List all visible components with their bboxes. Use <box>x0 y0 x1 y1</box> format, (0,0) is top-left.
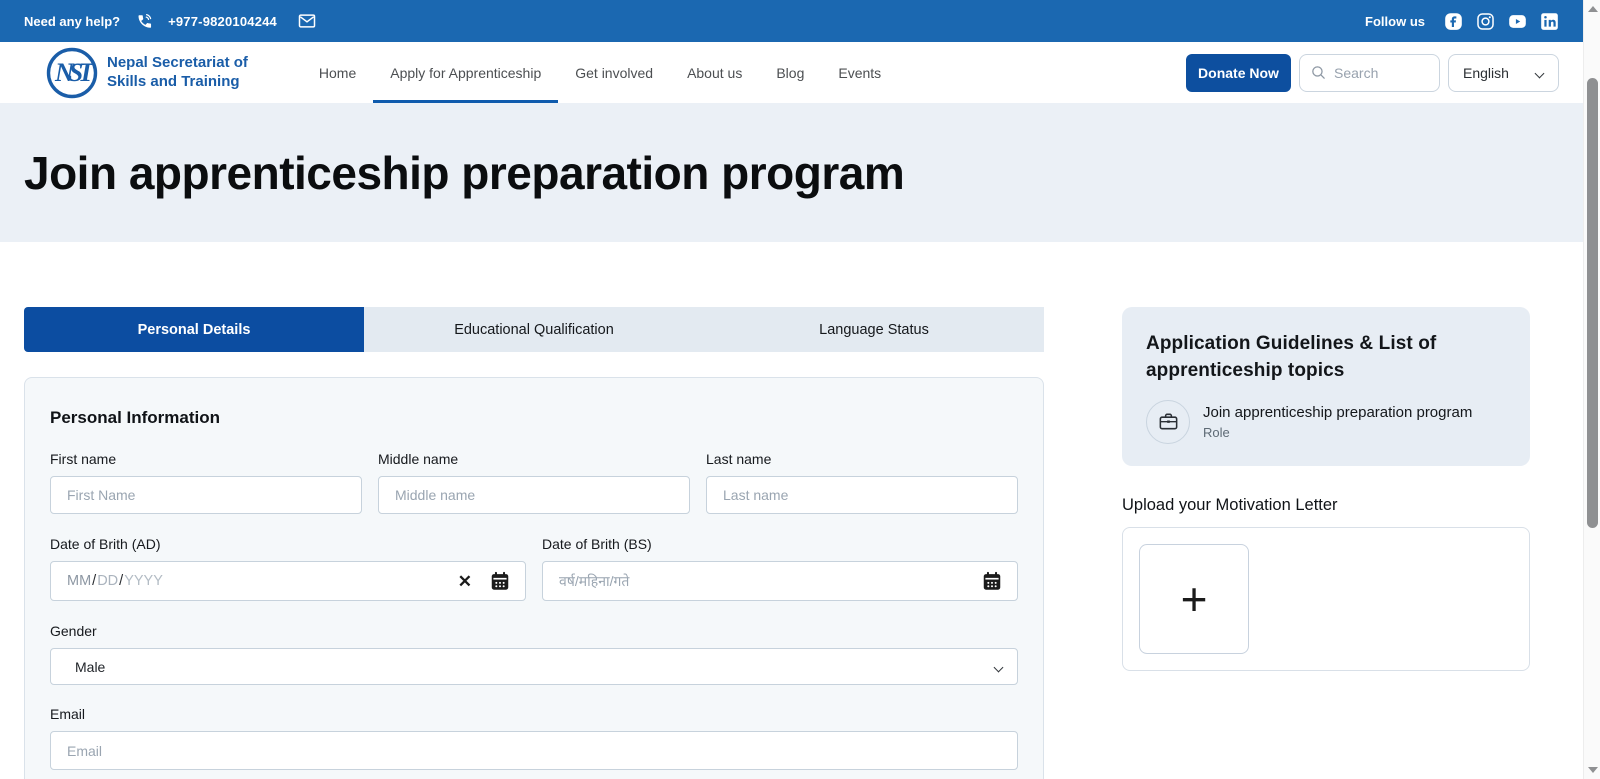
nav-item-home[interactable]: Home <box>302 42 373 103</box>
youtube-icon[interactable] <box>1508 12 1527 31</box>
mail-icon[interactable] <box>297 11 317 31</box>
last-name-group: Last name <box>706 451 1018 514</box>
brand-name: Nepal Secretariat of Skills and Training <box>107 54 248 92</box>
chevron-down-icon <box>1536 68 1546 78</box>
dob-ad-yyyy[interactable]: YYYY <box>124 573 163 589</box>
hero-banner: Join apprenticeship preparation program <box>0 103 1583 242</box>
clear-date-icon[interactable]: ✕ <box>458 573 472 590</box>
topbar-social: Follow us <box>1365 12 1559 31</box>
name-fields-row: First name Middle name Last name <box>50 451 1018 514</box>
email-label: Email <box>50 706 86 722</box>
sidebar-column: Application Guidelines & List of apprent… <box>1122 307 1530 671</box>
phone-icon[interactable] <box>134 11 154 31</box>
first-name-group: First name <box>50 451 362 514</box>
middle-name-input[interactable] <box>378 476 690 514</box>
program-title: Join apprenticeship preparation program <box>1203 403 1473 421</box>
email-group: Email <box>50 706 1018 770</box>
calendar-icon[interactable] <box>981 570 1003 592</box>
svg-text:NST: NST <box>54 58 95 87</box>
dob-ad-group: Date of Brith (AD) MM / DD / YYYY ✕ <box>50 536 526 601</box>
dob-ad-placeholder: MM / DD / YYYY <box>67 573 163 589</box>
guidelines-title: Application Guidelines & List of apprent… <box>1146 333 1437 381</box>
search-box[interactable] <box>1299 53 1440 92</box>
dob-bs-input[interactable] <box>542 561 1018 601</box>
dob-bs-group: Date of Brith (BS) <box>542 536 1018 601</box>
last-name-input[interactable] <box>706 476 1018 514</box>
linkedin-icon[interactable] <box>1540 12 1559 31</box>
chevron-down-icon <box>995 662 1005 672</box>
vertical-scrollbar[interactable] <box>1583 0 1600 779</box>
dob-ad-input[interactable]: MM / DD / YYYY ✕ <box>50 561 526 601</box>
scroll-up-icon[interactable] <box>1588 6 1598 12</box>
form-tabs: Personal Details Educational Qualificati… <box>24 307 1044 352</box>
middle-name-group: Middle name <box>378 451 690 514</box>
nav-item-blog[interactable]: Blog <box>759 42 821 103</box>
program-item[interactable]: Join apprenticeship preparation program … <box>1146 399 1506 444</box>
nst-logo-icon: NST <box>46 47 98 99</box>
brand-logo[interactable]: NST Nepal Secretariat of Skills and Trai… <box>46 42 248 103</box>
form-column: Personal Details Educational Qualificati… <box>24 307 1044 779</box>
page: Need any help? +977-9820104244 Follow us <box>0 0 1583 779</box>
dob-ad-dd[interactable]: DD <box>97 573 118 589</box>
personal-details-panel: Personal Information First name Middle n… <box>24 377 1044 779</box>
dob-fields-row: Date of Brith (AD) MM / DD / YYYY ✕ Date… <box>50 536 1018 601</box>
nav-item-apply-for-apprenticeship[interactable]: Apply for Apprenticeship <box>373 42 559 103</box>
guidelines-card: Application Guidelines & List of apprent… <box>1122 307 1530 466</box>
instagram-icon[interactable] <box>1476 12 1495 31</box>
dob-ad-sep2: / <box>119 573 124 589</box>
phone-number[interactable]: +977-9820104244 <box>168 14 277 29</box>
gender-select[interactable]: Male <box>50 648 1018 685</box>
dob-ad-mm[interactable]: MM <box>67 573 91 589</box>
header: NST Nepal Secretariat of Skills and Trai… <box>0 42 1583 103</box>
brand-name-line2: Skills and Training <box>107 72 240 90</box>
page-title: Join apprenticeship preparation program <box>24 146 905 199</box>
middle-name-label: Middle name <box>378 451 459 467</box>
nav-item-about-us[interactable]: About us <box>670 42 759 103</box>
section-title: Personal Information <box>50 408 221 427</box>
dob-bs-label: Date of Brith (BS) <box>542 536 652 552</box>
search-input[interactable] <box>1334 64 1424 81</box>
tab-language-status[interactable]: Language Status <box>704 307 1044 352</box>
add-file-button[interactable]: + <box>1139 544 1249 654</box>
scrollbar-thumb[interactable] <box>1587 78 1598 528</box>
header-actions: Donate Now English <box>1186 42 1559 103</box>
dob-ad-label: Date of Brith (AD) <box>50 536 161 552</box>
gender-label: Gender <box>50 623 97 639</box>
first-name-input[interactable] <box>50 476 362 514</box>
nav-item-events[interactable]: Events <box>821 42 898 103</box>
scroll-down-icon[interactable] <box>1588 767 1598 773</box>
gender-selected-value: Male <box>75 658 106 675</box>
language-selected-value: English <box>1463 64 1509 81</box>
upload-dropzone: + <box>1122 527 1530 671</box>
donate-now-button[interactable]: Donate Now <box>1186 53 1291 92</box>
plus-icon: + <box>1180 573 1208 625</box>
brand-name-line1: Nepal Secretariat of <box>107 53 248 71</box>
dob-ad-sep1: / <box>92 573 97 589</box>
email-input[interactable] <box>50 731 1018 770</box>
content: Personal Details Educational Qualificati… <box>0 242 1583 779</box>
first-name-label: First name <box>50 451 117 467</box>
language-select[interactable]: English <box>1448 53 1559 92</box>
topbar-contact: Need any help? +977-9820104244 <box>24 11 317 31</box>
facebook-icon[interactable] <box>1444 12 1463 31</box>
program-subtitle: Role <box>1203 424 1230 440</box>
help-text: Need any help? <box>24 13 121 29</box>
search-icon <box>1310 64 1327 81</box>
gender-group: Gender Male <box>50 623 1018 685</box>
topbar: Need any help? +977-9820104244 Follow us <box>0 0 1583 42</box>
main-nav: Home Apply for Apprenticeship Get involv… <box>302 42 898 103</box>
program-text: Join apprenticeship preparation program … <box>1203 404 1472 440</box>
nav-item-get-involved[interactable]: Get involved <box>558 42 670 103</box>
calendar-icon[interactable] <box>489 570 511 592</box>
tab-personal-details[interactable]: Personal Details <box>24 307 364 352</box>
briefcase-icon <box>1146 399 1190 444</box>
dob-bs-text-input[interactable] <box>559 562 981 600</box>
follow-us-label: Follow us <box>1365 13 1425 29</box>
upload-section-title: Upload your Motivation Letter <box>1122 496 1338 514</box>
last-name-label: Last name <box>706 451 772 467</box>
tab-educational-qualification[interactable]: Educational Qualification <box>364 307 704 352</box>
